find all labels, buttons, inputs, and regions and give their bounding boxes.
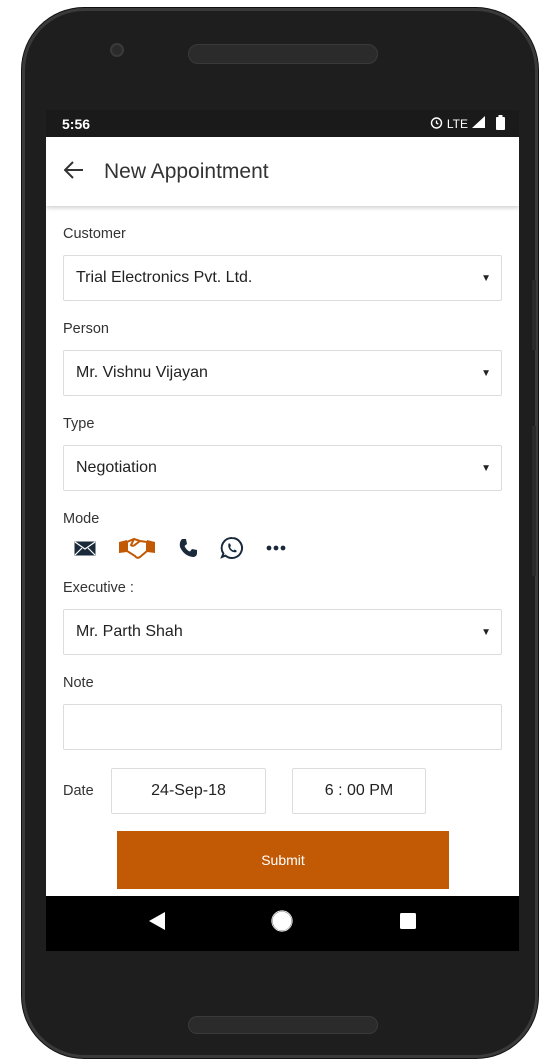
executive-label: Executive : <box>63 580 134 596</box>
power-button <box>532 426 536 576</box>
person-value: Mr. Vishnu Vijayan <box>76 364 208 381</box>
note-input[interactable] <box>63 704 502 750</box>
date-row: Date 24-Sep-18 6 : 00 PM <box>63 768 502 814</box>
nav-recents-icon[interactable] <box>399 913 416 934</box>
signal-icon <box>472 116 486 131</box>
dropdown-arrow-icon: ▼ <box>481 462 491 474</box>
back-button[interactable] <box>63 158 104 186</box>
front-camera <box>110 43 124 57</box>
volume-button <box>532 280 536 350</box>
dropdown-arrow-icon: ▼ <box>481 367 491 379</box>
type-select[interactable]: Negotiation ▼ <box>63 445 502 491</box>
more-icon[interactable] <box>266 545 286 551</box>
navigation-bar <box>46 896 519 951</box>
customer-value: Trial Electronics Pvt. Ltd. <box>76 269 253 286</box>
bottom-speaker <box>188 1016 378 1034</box>
screen: 5:56 LTE New Appointment Customer Trial … <box>46 110 519 951</box>
nav-home-icon[interactable] <box>271 910 294 937</box>
submit-button[interactable]: Submit <box>117 831 449 889</box>
app-bar: New Appointment <box>46 137 519 206</box>
time-value: 6 : 00 PM <box>324 782 394 799</box>
nav-back-icon[interactable] <box>149 912 166 935</box>
appointment-form: Customer Trial Electronics Pvt. Ltd. ▼ P… <box>46 226 519 889</box>
customer-select[interactable]: Trial Electronics Pvt. Ltd. ▼ <box>63 255 502 301</box>
type-value: Negotiation <box>76 459 157 476</box>
earpiece-speaker <box>188 44 378 64</box>
dropdown-arrow-icon: ▼ <box>481 272 491 284</box>
email-icon[interactable] <box>74 541 96 556</box>
handshake-icon[interactable] <box>118 536 156 560</box>
mode-label: Mode <box>63 511 100 527</box>
executive-select[interactable]: Mr. Parth Shah ▼ <box>63 609 502 655</box>
status-time: 5:56 <box>62 115 91 132</box>
status-icons: LTE <box>430 114 505 133</box>
note-label: Note <box>63 675 94 691</box>
arrow-left-icon <box>63 160 83 179</box>
person-select[interactable]: Mr. Vishnu Vijayan ▼ <box>63 350 502 396</box>
executive-value: Mr. Parth Shah <box>76 623 183 640</box>
date-value: 24-Sep-18 <box>151 782 226 799</box>
alarm-icon <box>430 116 443 132</box>
battery-icon <box>496 114 505 133</box>
page-title: New Appointment <box>104 159 269 183</box>
person-label: Person <box>63 321 109 337</box>
date-label: Date <box>63 783 94 799</box>
status-bar: 5:56 LTE <box>46 110 519 137</box>
phone-icon[interactable] <box>178 538 198 558</box>
mode-options <box>63 536 502 560</box>
network-type: LTE <box>446 116 468 131</box>
dropdown-arrow-icon: ▼ <box>481 626 491 638</box>
date-field[interactable]: 24-Sep-18 <box>111 768 266 814</box>
customer-label: Customer <box>63 226 126 242</box>
whatsapp-icon[interactable] <box>220 536 244 560</box>
time-field[interactable]: 6 : 00 PM <box>292 768 426 814</box>
type-label: Type <box>63 416 95 432</box>
